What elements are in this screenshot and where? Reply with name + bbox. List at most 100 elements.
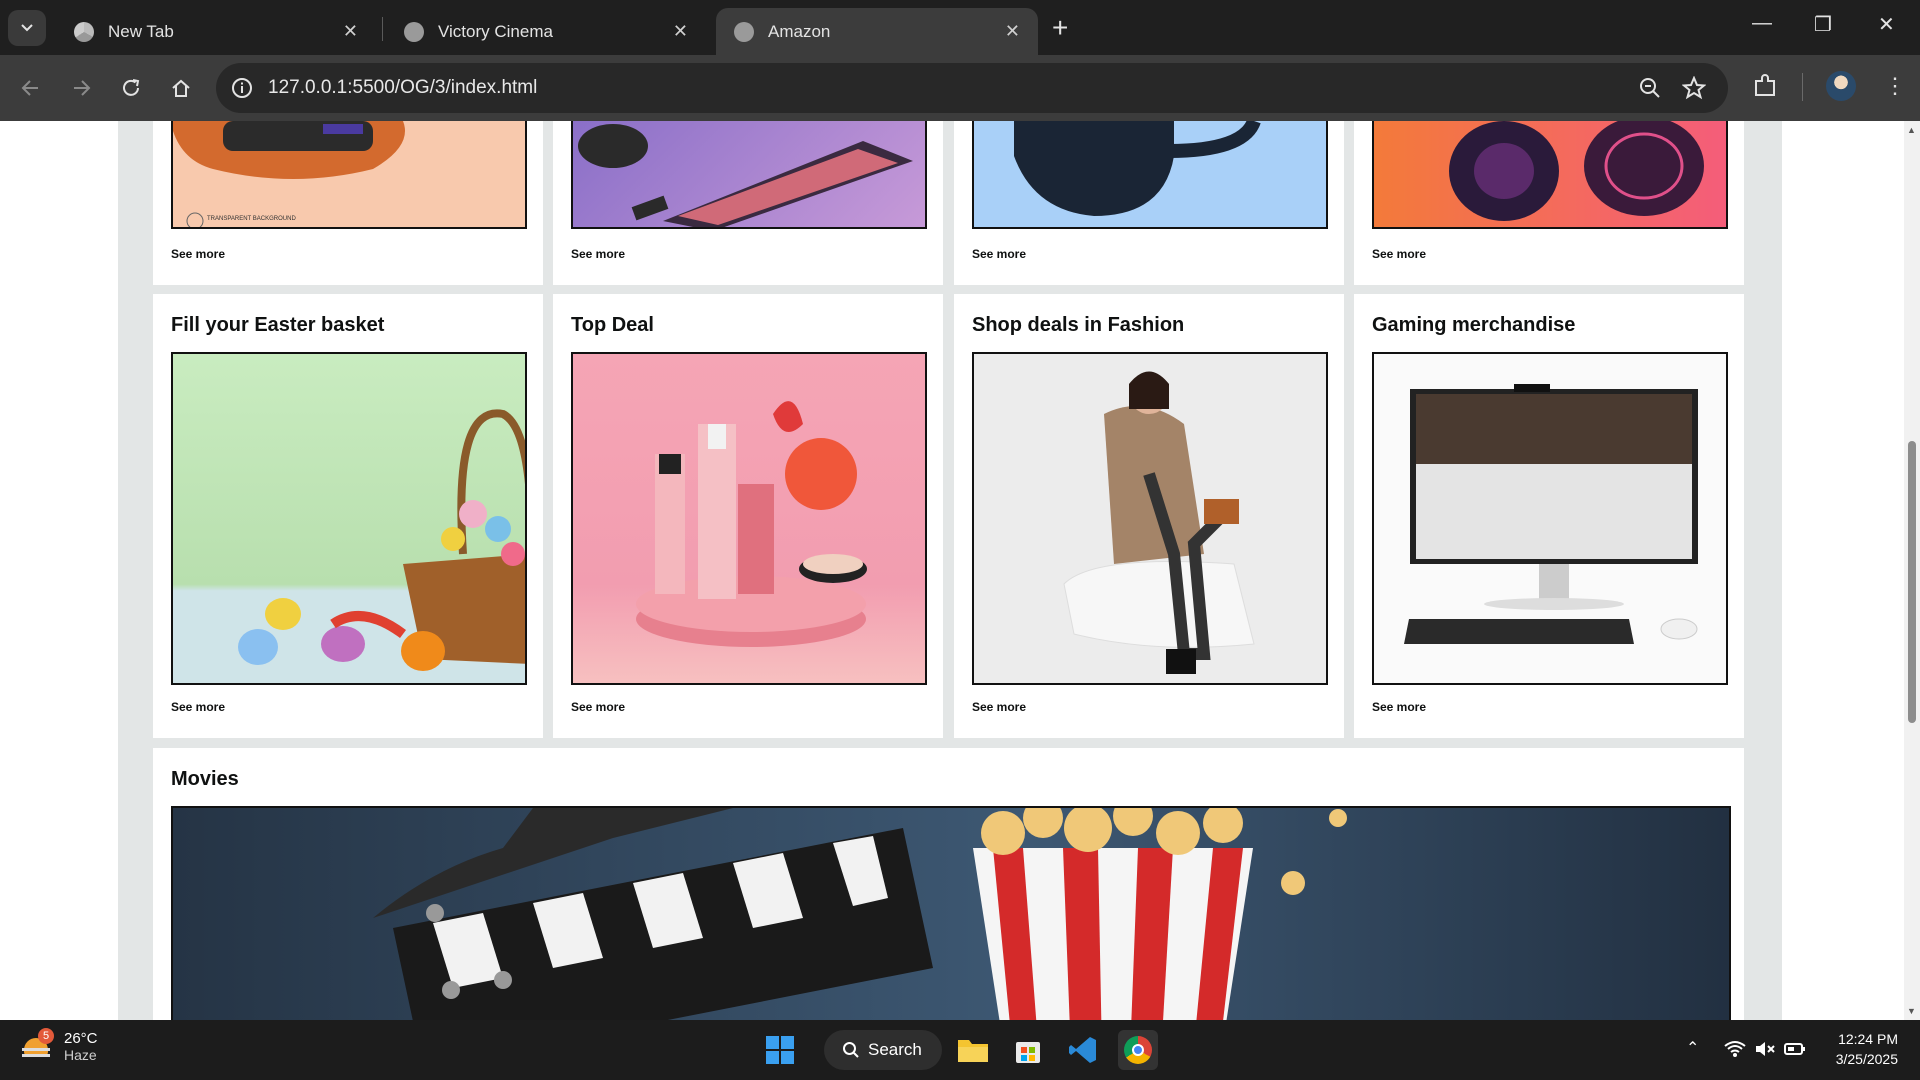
keyboard-illustration	[578, 124, 913, 227]
product-image-keyboard[interactable]	[571, 121, 927, 229]
close-icon[interactable]: ✕	[1005, 21, 1020, 42]
vscode-button[interactable]	[1063, 1030, 1103, 1070]
system-clock[interactable]: 12:24 PM 3/25/2025	[1836, 1029, 1898, 1069]
battery-icon[interactable]	[1784, 1040, 1806, 1058]
headphones-illustration	[1449, 121, 1704, 221]
start-button[interactable]	[760, 1030, 800, 1070]
scroll-down-arrow-icon[interactable]: ▼	[1907, 1006, 1916, 1016]
weather-widget[interactable]: 5 26°C Haze	[22, 1027, 98, 1063]
microsoft-store-button[interactable]	[1008, 1030, 1048, 1070]
tab-separator	[382, 17, 383, 41]
browser-tab-bar: New Tab ✕ Victory Cinema ✕ Amazon ✕ + — …	[0, 0, 1920, 55]
home-button[interactable]	[166, 73, 196, 103]
close-window-button[interactable]: ✕	[1878, 12, 1895, 37]
chrome-icon	[1124, 1036, 1152, 1064]
weather-temperature: 26°C	[64, 1030, 98, 1047]
product-image-mug[interactable]	[972, 121, 1328, 229]
restore-button[interactable]: ❐	[1814, 12, 1832, 37]
see-more-link[interactable]: See more	[571, 700, 625, 714]
see-more-link[interactable]: See more	[571, 247, 625, 261]
weather-badge: 5	[38, 1027, 54, 1044]
scrollbar-thumb[interactable]	[1908, 441, 1916, 723]
new-tab-button[interactable]: +	[1052, 12, 1068, 44]
chrome-taskbar-button[interactable]	[1118, 1030, 1158, 1070]
see-more-link[interactable]: See more	[171, 247, 225, 261]
product-image-cosmetics[interactable]	[571, 352, 927, 685]
card-title: Shop deals in Fashion	[972, 314, 1185, 336]
product-image-easter-basket[interactable]	[171, 352, 527, 685]
transparent-bg-label: TRANSPARENT BACKGROUND	[207, 216, 296, 222]
top-card-4: See more	[1354, 121, 1744, 285]
see-more-link[interactable]: See more	[1372, 700, 1426, 714]
volume-muted-icon[interactable]	[1754, 1040, 1776, 1058]
page-content: TRANSPARENT BACKGROUND See more See more	[118, 121, 1782, 1020]
weather-haze-icon: 5	[22, 1027, 54, 1062]
reload-icon	[123, 79, 140, 96]
card-top-deal: Top Deal See more	[553, 294, 943, 738]
console-illustration	[173, 121, 405, 227]
see-more-link[interactable]: See more	[1372, 247, 1426, 261]
url-text: 127.0.0.1:5500/OG/3/index.html	[268, 77, 538, 98]
folder-icon	[958, 1040, 988, 1062]
back-button[interactable]	[16, 73, 46, 103]
card-gaming-merchandise: Gaming merchandise See more	[1354, 294, 1744, 738]
product-image-headphones[interactable]	[1372, 121, 1728, 229]
page-viewport: TRANSPARENT BACKGROUND See more See more	[0, 121, 1904, 1020]
globe-icon	[734, 21, 754, 42]
vscode-icon	[1069, 1037, 1096, 1063]
minimize-button[interactable]: —	[1752, 12, 1772, 35]
arrow-left-icon	[21, 80, 38, 96]
chevron-up-icon[interactable]: ⌃	[1686, 1038, 1699, 1058]
forward-button[interactable]	[66, 73, 96, 103]
windows-logo-icon	[766, 1036, 794, 1064]
see-more-link[interactable]: See more	[972, 247, 1026, 261]
top-card-1: TRANSPARENT BACKGROUND See more	[153, 121, 543, 285]
tab-new-tab[interactable]: New Tab ✕	[56, 8, 376, 55]
tab-victory-cinema[interactable]: Victory Cinema ✕	[386, 8, 706, 55]
tab-amazon[interactable]: Amazon ✕	[716, 8, 1038, 55]
clock-date: 3/25/2025	[1835, 1051, 1898, 1067]
tab-title: Victory Cinema	[438, 21, 553, 41]
page-scrollbar[interactable]: ▲ ▼	[1904, 121, 1920, 1020]
arrow-right-icon	[74, 80, 91, 96]
close-icon[interactable]: ✕	[343, 21, 358, 42]
file-explorer-button[interactable]	[953, 1030, 993, 1070]
card-title: Movies	[171, 768, 239, 790]
profile-avatar[interactable]	[1826, 71, 1856, 101]
top-card-3: See more	[954, 121, 1344, 285]
weather-condition: Haze	[64, 1047, 97, 1063]
wifi-icon[interactable]	[1724, 1040, 1746, 1058]
mug-illustration	[1014, 121, 1261, 216]
clapper-popcorn-illustration	[373, 808, 1347, 1020]
clock-time: 12:24 PM	[1838, 1031, 1898, 1047]
zoom-icon[interactable]	[1638, 76, 1662, 100]
see-more-link[interactable]: See more	[171, 700, 225, 714]
reload-button[interactable]	[116, 73, 146, 103]
info-icon[interactable]	[230, 76, 254, 100]
tab-search-button[interactable]	[8, 10, 46, 46]
product-image-handheld-console[interactable]: TRANSPARENT BACKGROUND	[171, 121, 527, 229]
home-icon	[172, 79, 190, 97]
card-title: Top Deal	[571, 314, 654, 336]
movies-banner-image[interactable]	[171, 806, 1731, 1020]
card-easter-basket: Fill your Easter basket See more	[153, 294, 543, 738]
tab-title: New Tab	[108, 21, 174, 41]
product-image-fashion[interactable]	[972, 352, 1328, 685]
windows-taskbar: 5 26°C Haze Search ⌃ 12:24 PM 3/25/2025	[0, 1020, 1920, 1080]
see-more-link[interactable]: See more	[972, 700, 1026, 714]
fashion-model-illustration	[1063, 371, 1255, 674]
taskbar-search[interactable]: Search	[824, 1030, 942, 1070]
card-movies: Movies	[153, 748, 1744, 1020]
card-title: Fill your Easter basket	[171, 314, 385, 336]
bookmark-star-icon[interactable]	[1682, 76, 1706, 100]
globe-icon	[404, 21, 424, 42]
product-image-computer-setup[interactable]	[1372, 352, 1728, 685]
address-bar[interactable]: 127.0.0.1:5500/OG/3/index.html	[216, 63, 1728, 113]
store-icon	[1016, 1042, 1040, 1063]
close-icon[interactable]: ✕	[673, 21, 688, 42]
scroll-up-arrow-icon[interactable]: ▲	[1907, 125, 1916, 135]
more-menu-icon[interactable]: ⋮	[1884, 73, 1906, 99]
extensions-icon[interactable]	[1752, 73, 1778, 99]
top-card-2: See more	[553, 121, 943, 285]
easter-basket-illustration	[238, 409, 525, 671]
